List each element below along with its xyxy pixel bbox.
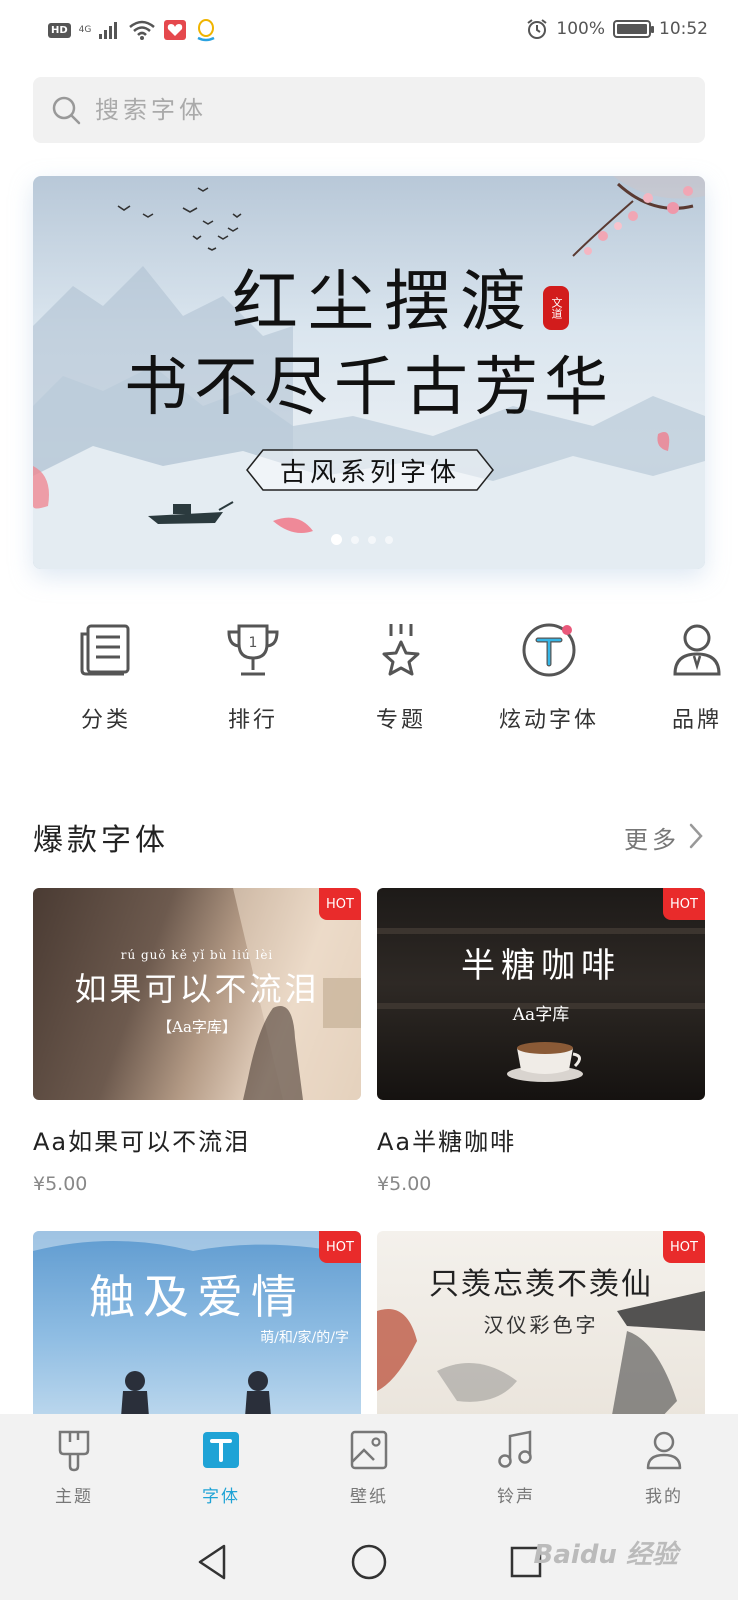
- category-label: 排行: [227, 708, 278, 733]
- signal-icon: [99, 22, 118, 39]
- category-shortcuts: 分类 1 排行 专题 炫动字体 品牌: [0, 620, 738, 760]
- promo-banner[interactable]: 红尘摆渡 文道 书不尽千古芳华 古风系列字体: [33, 176, 705, 569]
- nav-tab-theme[interactable]: 主题: [24, 1428, 124, 1507]
- banner-tag-text: 古风系列字体: [279, 457, 460, 488]
- category-item-dynamic-font[interactable]: 炫动字体: [474, 620, 624, 734]
- nav-label: 我的: [645, 1487, 683, 1507]
- nav-tab-font[interactable]: 字体: [171, 1428, 271, 1507]
- banner-tag: 古风系列字体: [245, 448, 495, 492]
- svg-text:1: 1: [249, 635, 258, 651]
- coffee-cup-decoration: [377, 928, 705, 1082]
- hot-badge: HOT: [319, 1231, 361, 1263]
- nav-label: 壁纸: [350, 1487, 388, 1507]
- category-icon: [80, 624, 130, 676]
- category-label: 品牌: [671, 708, 722, 733]
- preview-subtitle: Aa字库: [512, 1005, 570, 1025]
- hd-indicator: HD: [48, 22, 71, 38]
- font-preview-image[interactable]: rú guǒ kě yǐ bù liú lèi 如果可以不流泪 【Aa字库】 H…: [33, 888, 361, 1100]
- category-item-ranking[interactable]: 1 排行: [178, 620, 328, 734]
- home-icon[interactable]: [350, 1542, 388, 1582]
- nav-label: 主题: [55, 1487, 93, 1507]
- dynamic-font-icon: [522, 623, 576, 677]
- category-item-topic[interactable]: 专题: [326, 620, 476, 734]
- font-card[interactable]: rú guǒ kě yǐ bù liú lèi 如果可以不流泪 【Aa字库】 H…: [33, 888, 361, 1195]
- font-price: ¥5.00: [33, 1173, 88, 1195]
- search-bar[interactable]: [33, 77, 705, 143]
- wallpaper-icon: [350, 1430, 388, 1470]
- nav-tab-ringtone[interactable]: 铃声: [466, 1428, 566, 1507]
- font-name: Aa半糖咖啡: [377, 1128, 517, 1156]
- category-label: 分类: [80, 708, 131, 733]
- category-label: 炫动字体: [498, 708, 599, 733]
- back-icon[interactable]: [194, 1542, 230, 1582]
- ringtone-music-icon: [498, 1430, 532, 1468]
- preview-pinyin: rú guǒ kě yǐ bù liú lèi: [120, 948, 274, 962]
- status-bar: HD 4G 100% 10:52: [0, 0, 738, 60]
- font-card[interactable]: 半糖咖啡 Aa字库 HOT Aa半糖咖啡 ¥5.00: [377, 888, 705, 1195]
- font-card[interactable]: 触及爱情 萌/和/家/的/字 HOT: [33, 1231, 361, 1443]
- category-item-classify[interactable]: 分类: [31, 620, 181, 734]
- battery-icon: [613, 20, 654, 38]
- banner-seal: 文道: [543, 286, 569, 330]
- nav-label: 铃声: [497, 1487, 535, 1507]
- app-notification-icon: [164, 20, 187, 40]
- font-name: Aa如果可以不流泪: [33, 1128, 251, 1156]
- font-price: ¥5.00: [377, 1173, 432, 1195]
- nav-label: 字体: [202, 1487, 240, 1507]
- preview-title: 触及爱情: [89, 1270, 305, 1324]
- font-preview-image[interactable]: 只羡忘羡不羡仙 汉仪彩色字 HOT: [377, 1231, 705, 1443]
- hot-badge: HOT: [663, 888, 705, 920]
- wifi-icon: [129, 20, 156, 40]
- font-t-icon: [203, 1432, 239, 1468]
- preview-title: 只羡忘羡不羡仙: [429, 1267, 653, 1302]
- bottom-nav: 主题 字体 壁纸 铃声 我的: [0, 1414, 738, 1524]
- font-card[interactable]: 只羡忘羡不羡仙 汉仪彩色字 HOT: [377, 1231, 705, 1443]
- nav-tab-wallpaper[interactable]: 壁纸: [319, 1428, 419, 1507]
- qq-notification-icon: [197, 19, 215, 42]
- carousel-dot[interactable]: [331, 534, 342, 545]
- nav-tab-mine[interactable]: 我的: [614, 1428, 714, 1507]
- hot-badge: HOT: [663, 1231, 705, 1263]
- carousel-dot[interactable]: [351, 535, 359, 544]
- banner-title-line2: 书不尽千古芳华: [124, 351, 614, 425]
- preview-title: 如果可以不流泪: [74, 970, 320, 1008]
- profile-icon: [646, 1431, 682, 1470]
- font-preview-image[interactable]: 半糖咖啡 Aa字库 HOT: [377, 888, 705, 1100]
- alarm-icon: [527, 19, 547, 39]
- baidu-watermark: Baidu 经验: [533, 1540, 678, 1570]
- network-type: 4G: [78, 25, 92, 35]
- search-icon: [52, 96, 81, 125]
- star-topic-icon: [382, 624, 420, 676]
- status-left: HD 4G: [48, 18, 217, 42]
- carousel-dot[interactable]: [368, 535, 376, 544]
- category-item-brand[interactable]: 品牌: [622, 620, 738, 734]
- theme-brush-icon: [58, 1430, 90, 1472]
- brand-icon: [673, 624, 721, 676]
- chevron-right-icon[interactable]: [687, 822, 705, 850]
- section-title: 爆款字体: [33, 823, 169, 858]
- preview-title: 半糖咖啡: [461, 946, 621, 986]
- preview-subtitle: 萌/和/家/的/字: [260, 1330, 349, 1346]
- carousel-indicator: [331, 534, 393, 545]
- preview-subtitle: 【Aa字库】: [157, 1018, 237, 1036]
- preview-subtitle: 汉仪彩色字: [483, 1313, 599, 1337]
- clock: 10:52: [659, 19, 708, 39]
- status-right: 100% 10:52: [526, 18, 708, 40]
- category-label: 专题: [375, 708, 426, 733]
- banner-title-line1: 红尘摆渡: [232, 263, 536, 340]
- font-preview-image[interactable]: 触及爱情 萌/和/家/的/字 HOT: [33, 1231, 361, 1443]
- carousel-dot[interactable]: [385, 535, 393, 544]
- more-link[interactable]: 更多: [624, 820, 680, 855]
- battery-percent: 100%: [556, 19, 605, 39]
- hot-badge: HOT: [319, 888, 361, 920]
- trophy-icon: 1: [227, 624, 279, 676]
- search-input[interactable]: [95, 96, 655, 124]
